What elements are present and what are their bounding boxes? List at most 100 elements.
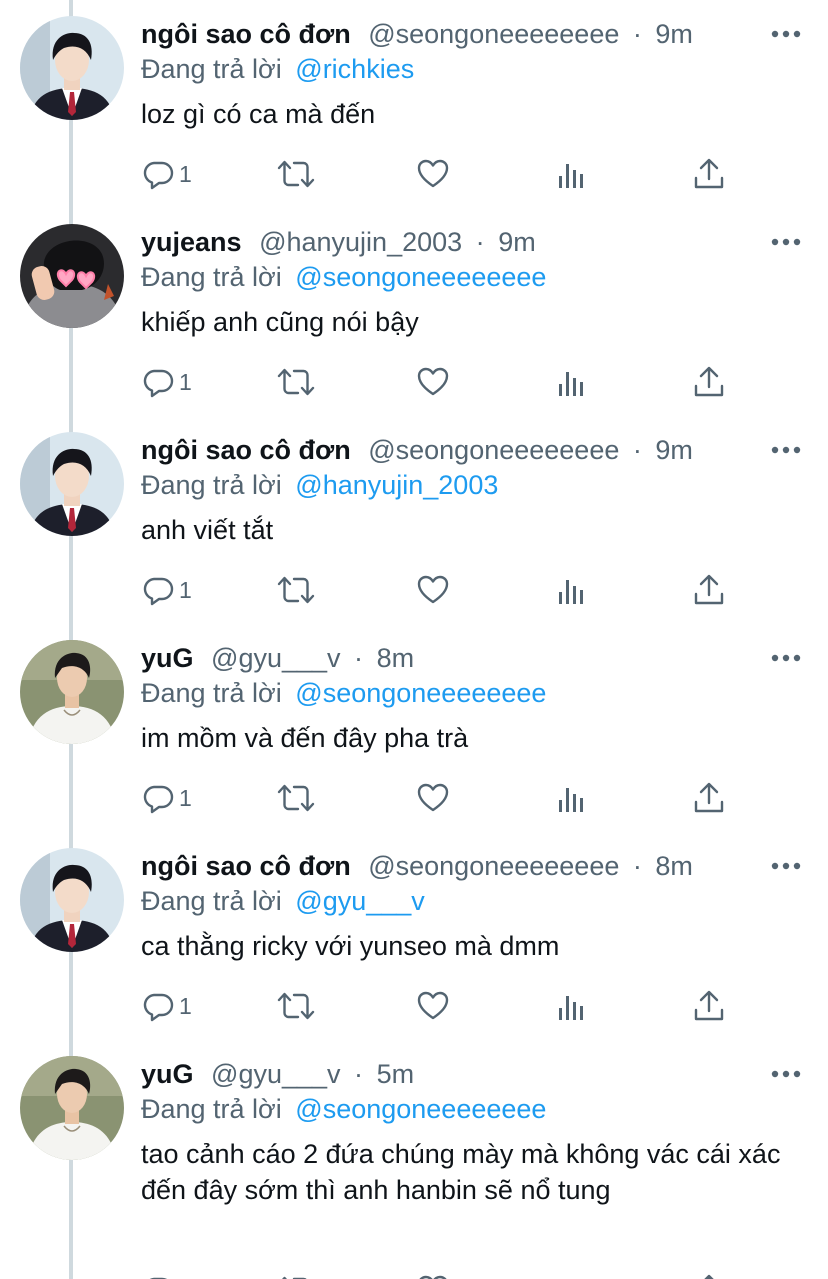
tweet-text: loz gì có ca mà đến bbox=[141, 99, 376, 129]
views-icon bbox=[559, 788, 583, 812]
retweet-button[interactable] bbox=[276, 157, 316, 191]
more-icon[interactable] bbox=[770, 648, 802, 668]
tweet[interactable]: ngôi sao cô đơn @seongoneeeeeeee · 9m Đa… bbox=[0, 0, 828, 208]
avatar-white-tee[interactable] bbox=[20, 1056, 124, 1160]
avatar-school-uniform[interactable] bbox=[20, 432, 124, 536]
reply-button[interactable]: 1 bbox=[141, 365, 192, 399]
more-icon[interactable] bbox=[770, 856, 802, 876]
like-icon bbox=[419, 1275, 447, 1279]
timestamp[interactable]: 9m bbox=[655, 435, 693, 465]
tweet[interactable]: yuG @gyu___v · 5m Đang trả lời @seongone… bbox=[0, 1040, 828, 1279]
share-button[interactable] bbox=[692, 157, 726, 191]
like-button[interactable] bbox=[416, 781, 450, 815]
like-icon bbox=[417, 991, 449, 1020]
display-name[interactable]: yuG bbox=[141, 643, 194, 673]
tweet[interactable]: yujeans @hanyujin_2003 · 9m Đang trả lời… bbox=[0, 208, 828, 416]
more-icon[interactable] bbox=[770, 440, 802, 460]
avatar-heart-glasses[interactable] bbox=[20, 224, 124, 328]
action-bar: 1 bbox=[141, 573, 741, 607]
separator-dot: · bbox=[475, 227, 485, 257]
handle[interactable]: @seongoneeeeeeee bbox=[368, 19, 619, 49]
timestamp[interactable]: 8m bbox=[655, 851, 693, 881]
retweet-icon bbox=[277, 160, 315, 188]
timestamp[interactable]: 8m bbox=[377, 643, 415, 673]
views-icon bbox=[559, 996, 583, 1020]
handle[interactable]: @seongoneeeeeeee bbox=[368, 851, 619, 881]
views-button[interactable] bbox=[556, 365, 590, 399]
reply-button[interactable]: 1 bbox=[141, 781, 192, 815]
mention-link[interactable]: @richkies bbox=[295, 54, 414, 84]
mention-link[interactable]: @seongoneeeeeeee bbox=[295, 1094, 546, 1124]
mention-link[interactable]: @gyu___v bbox=[295, 886, 425, 916]
reply-button[interactable]: 1 bbox=[141, 1273, 192, 1279]
reply-button[interactable]: 1 bbox=[141, 989, 192, 1023]
display-name[interactable]: yujeans bbox=[141, 227, 242, 257]
views-button[interactable] bbox=[556, 1273, 590, 1279]
retweet-button[interactable] bbox=[276, 1273, 316, 1279]
action-bar: 1 bbox=[141, 781, 741, 815]
handle[interactable]: @gyu___v bbox=[211, 1059, 341, 1089]
retweet-icon bbox=[281, 1276, 307, 1279]
action-bar: 1 bbox=[141, 365, 741, 399]
action-bar: 1 bbox=[141, 1273, 741, 1279]
retweet-button[interactable] bbox=[276, 573, 316, 607]
more-icon[interactable] bbox=[770, 1064, 802, 1084]
mention-link[interactable]: @seongoneeeeeeee bbox=[295, 678, 546, 708]
timestamp[interactable]: 5m bbox=[377, 1059, 415, 1089]
retweet-icon bbox=[277, 784, 315, 812]
handle[interactable]: @hanyujin_2003 bbox=[259, 227, 462, 257]
separator-dot: · bbox=[354, 643, 364, 673]
avatar-school-uniform[interactable] bbox=[20, 16, 124, 120]
like-icon bbox=[417, 367, 449, 396]
like-button[interactable] bbox=[416, 573, 450, 607]
views-button[interactable] bbox=[556, 157, 590, 191]
retweet-icon bbox=[277, 576, 315, 604]
reply-button[interactable]: 1 bbox=[141, 573, 192, 607]
share-button[interactable] bbox=[692, 365, 726, 399]
reply-count: 1 bbox=[179, 369, 192, 395]
views-button[interactable] bbox=[556, 781, 590, 815]
tweet-text: im mồm và đến đây pha trà bbox=[141, 723, 469, 753]
like-button[interactable] bbox=[416, 1273, 450, 1279]
reply-button[interactable]: 1 bbox=[141, 157, 192, 191]
tweet[interactable]: yuG @gyu___v · 8m Đang trả lời @seongone… bbox=[0, 624, 828, 832]
more-icon[interactable] bbox=[770, 232, 802, 252]
retweet-button[interactable] bbox=[276, 781, 316, 815]
tweet[interactable]: ngôi sao cô đơn @seongoneeeeeeee · 9m Đa… bbox=[0, 416, 828, 624]
more-icon[interactable] bbox=[770, 24, 802, 44]
tweet-header: ngôi sao cô đơn @seongoneeeeeeee · 9m bbox=[141, 14, 693, 54]
like-button[interactable] bbox=[416, 989, 450, 1023]
mention-link[interactable]: @hanyujin_2003 bbox=[295, 470, 498, 500]
like-button[interactable] bbox=[416, 157, 450, 191]
retweet-button[interactable] bbox=[276, 989, 316, 1023]
display-name[interactable]: ngôi sao cô đơn bbox=[141, 435, 351, 465]
share-button[interactable] bbox=[692, 573, 726, 607]
share-icon bbox=[704, 1274, 714, 1279]
share-button[interactable] bbox=[692, 781, 726, 815]
retweet-button[interactable] bbox=[276, 365, 316, 399]
tweet-text: ca thằng ricky với yunseo mà dmm bbox=[141, 931, 560, 961]
display-name[interactable]: ngôi sao cô đơn bbox=[141, 19, 351, 49]
retweet-icon bbox=[277, 368, 315, 396]
handle[interactable]: @seongoneeeeeeee bbox=[368, 435, 619, 465]
avatar-white-tee[interactable] bbox=[20, 640, 124, 744]
share-button[interactable] bbox=[692, 1273, 726, 1279]
views-button[interactable] bbox=[556, 989, 590, 1023]
like-icon bbox=[417, 783, 449, 812]
display-name[interactable]: ngôi sao cô đơn bbox=[141, 851, 351, 881]
mention-link[interactable]: @seongoneeeeeeee bbox=[295, 262, 546, 292]
replying-to: Đang trả lời @seongoneeeeeeee bbox=[141, 1091, 546, 1127]
display-name[interactable]: yuG bbox=[141, 1059, 194, 1089]
handle[interactable]: @gyu___v bbox=[211, 643, 341, 673]
timestamp[interactable]: 9m bbox=[498, 227, 536, 257]
avatar-school-uniform-image bbox=[20, 848, 124, 952]
replying-to: Đang trả lời @seongoneeeeeeee bbox=[141, 259, 546, 295]
views-button[interactable] bbox=[556, 573, 590, 607]
tweet-text: khiếp anh cũng nói bậy bbox=[141, 307, 419, 337]
tweet[interactable]: ngôi sao cô đơn @seongoneeeeeeee · 8m Đa… bbox=[0, 832, 828, 1040]
avatar-school-uniform[interactable] bbox=[20, 848, 124, 952]
like-button[interactable] bbox=[416, 365, 450, 399]
share-button[interactable] bbox=[692, 989, 726, 1023]
timestamp[interactable]: 9m bbox=[655, 19, 693, 49]
tweet-text: tao cảnh cáo 2 đứa chúng mày mà không vá… bbox=[141, 1139, 788, 1205]
